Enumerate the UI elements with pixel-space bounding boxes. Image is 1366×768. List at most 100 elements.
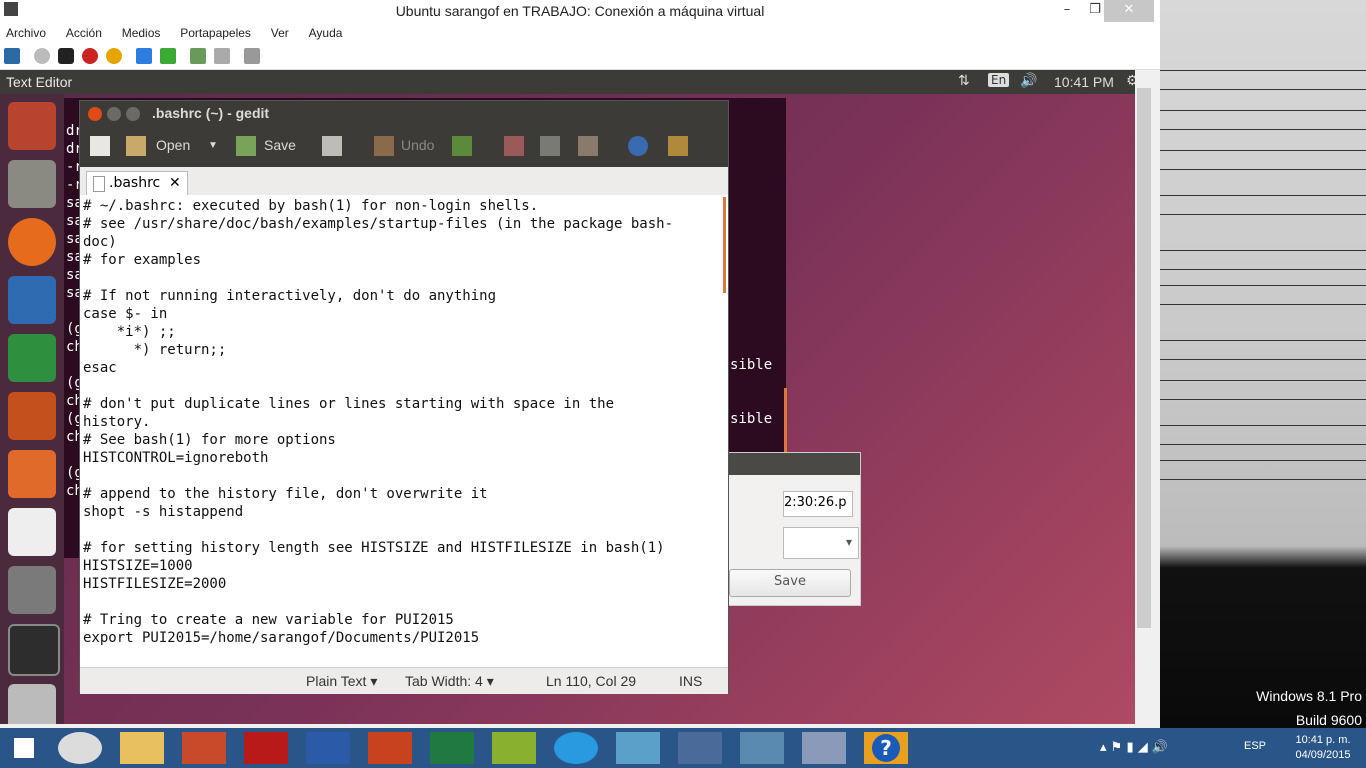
code-line: # for setting history length see HISTSIZ… xyxy=(83,540,665,556)
menu-archivo[interactable]: Archivo xyxy=(6,26,46,40)
language-indicator[interactable]: ESP xyxy=(1244,740,1266,752)
code-line: *i*) ;; xyxy=(83,324,176,340)
explorer-icon[interactable] xyxy=(120,732,164,764)
keyboard-indicator[interactable]: En xyxy=(988,73,1010,87)
qgis-icon[interactable] xyxy=(492,732,536,764)
ubuntu-top-panel: Text Editor ⇅ En 🔊 10:41 PM ⚙ xyxy=(0,70,1145,94)
code-line: doc) xyxy=(83,234,117,250)
files-icon[interactable] xyxy=(8,160,56,208)
settings-dialog: 2:30:26.p ▾ Save xyxy=(728,452,861,606)
help-icon[interactable]: ? xyxy=(864,732,908,764)
save-icon[interactable] xyxy=(236,136,256,156)
gedit-close-button[interactable] xyxy=(88,107,102,121)
system-clock[interactable]: 10:41 p. m. 04/09/2015 xyxy=(1280,733,1366,763)
code-line: # see /usr/share/doc/bash/examples/start… xyxy=(83,216,674,232)
menu-portapapeles[interactable]: Portapapeles xyxy=(180,26,251,40)
new-document-icon[interactable] xyxy=(90,136,110,156)
copy-icon[interactable] xyxy=(540,136,560,156)
print-icon[interactable] xyxy=(322,136,342,156)
network-map-icon[interactable] xyxy=(616,732,660,764)
open-dropdown-icon[interactable]: ▼ xyxy=(208,140,218,151)
menu-ayuda[interactable]: Ayuda xyxy=(309,26,343,40)
amazon-icon[interactable] xyxy=(8,508,56,556)
undo-icon[interactable] xyxy=(374,136,394,156)
editor-scrollbar[interactable] xyxy=(723,197,726,293)
menu-ver[interactable]: Ver xyxy=(271,26,289,40)
dialog-dropdown[interactable]: ▾ xyxy=(783,527,859,559)
gedit-minimize-button[interactable] xyxy=(107,107,121,121)
dialog-time-field[interactable]: 2:30:26.p xyxy=(783,491,853,517)
open-icon[interactable] xyxy=(126,136,146,156)
scroll-thumb[interactable] xyxy=(1137,88,1151,628)
code-line: # don't put duplicate lines or lines sta… xyxy=(83,396,615,412)
chrome-icon[interactable] xyxy=(58,732,102,764)
search-icon[interactable] xyxy=(628,136,648,156)
firefox-icon[interactable] xyxy=(8,218,56,266)
shutdown-icon[interactable] xyxy=(82,48,98,64)
checkpoint-icon[interactable] xyxy=(190,48,206,64)
skype-icon[interactable] xyxy=(554,732,598,764)
help-question-icon: ? xyxy=(872,734,900,762)
tab-width-selector[interactable]: Tab Width: 4 ▾ xyxy=(405,673,494,690)
tab-bashrc[interactable]: .bashrc ✕ xyxy=(86,171,188,196)
enhanced-session-icon[interactable] xyxy=(244,48,260,64)
save-button[interactable]: Save xyxy=(264,137,296,153)
paste-icon[interactable] xyxy=(578,136,598,156)
menu-accion[interactable]: Acción xyxy=(66,26,102,40)
clock-date: 04/09/2015 xyxy=(1295,749,1351,761)
close-button[interactable]: ✕ xyxy=(1104,0,1154,22)
impress-icon[interactable] xyxy=(8,392,56,440)
gedit-maximize-button[interactable] xyxy=(126,107,140,121)
tray-icons[interactable]: ▴ ⚑ ▮ ◢ 🔊 xyxy=(1100,740,1168,755)
clock-time: 10:41 p. m. xyxy=(1295,734,1351,746)
acrobat-icon[interactable] xyxy=(244,732,288,764)
photos-icon[interactable] xyxy=(740,732,784,764)
ctrl-alt-del-icon[interactable] xyxy=(4,48,20,64)
dash-icon[interactable] xyxy=(8,102,56,150)
save-state-icon[interactable] xyxy=(106,48,122,64)
tab-close-icon[interactable]: ✕ xyxy=(169,175,181,191)
code-line: # If not running interactively, don't do… xyxy=(83,288,497,304)
revert-icon[interactable] xyxy=(214,48,230,64)
language-selector[interactable]: Plain Text ▾ xyxy=(306,673,377,690)
minimize-button[interactable]: – xyxy=(1052,0,1082,22)
code-line: # See bash(1) for more options xyxy=(83,432,336,448)
calc-icon[interactable] xyxy=(8,334,56,382)
resume-icon[interactable] xyxy=(160,48,176,64)
vm-vertical-scrollbar[interactable] xyxy=(1135,70,1160,724)
start-button[interactable] xyxy=(4,732,44,764)
menu-medios[interactable]: Medios xyxy=(122,26,161,40)
replace-icon[interactable] xyxy=(668,136,688,156)
excel-icon[interactable] xyxy=(430,732,474,764)
matlab-icon[interactable] xyxy=(182,732,226,764)
text-editor-area[interactable]: # ~/.bashrc: executed by bash(1) for non… xyxy=(80,195,728,667)
gedit-titlebar: .bashrc (~) - gedit xyxy=(80,101,728,127)
redo-icon[interactable] xyxy=(452,136,472,156)
turn-off-icon[interactable] xyxy=(58,48,74,64)
pause-icon[interactable] xyxy=(136,48,152,64)
software-center-icon[interactable] xyxy=(8,450,56,498)
terminal-icon[interactable] xyxy=(8,624,60,676)
code-line: *) return;; xyxy=(83,342,227,358)
dialog-header xyxy=(729,453,860,475)
word-icon[interactable] xyxy=(306,732,350,764)
remote-desktop-icon[interactable] xyxy=(678,732,722,764)
gedit-toolbar: Open ▼ Save Undo xyxy=(80,127,728,167)
terminal-line: sible xyxy=(730,357,773,373)
vm-menu-bar: Archivo Acción Medios Portapapeles Ver A… xyxy=(0,22,1160,44)
panel-clock[interactable]: 10:41 PM xyxy=(1054,74,1114,90)
cut-icon[interactable] xyxy=(504,136,524,156)
gedit-statusbar: Plain Text ▾ Tab Width: 4 ▾ Ln 110, Col … xyxy=(80,667,728,694)
open-button[interactable]: Open xyxy=(156,137,190,153)
undo-button[interactable]: Undo xyxy=(401,137,434,153)
windows-watermark: Windows 8.1 Pro Build 9600 xyxy=(1212,684,1362,732)
settings-icon[interactable] xyxy=(8,566,56,614)
paint-icon[interactable] xyxy=(802,732,846,764)
gedit-tab-bar: .bashrc ✕ xyxy=(80,167,728,196)
volume-icon[interactable]: 🔊 xyxy=(1020,73,1037,89)
writer-icon[interactable] xyxy=(8,276,56,324)
dialog-save-button[interactable]: Save xyxy=(729,569,851,597)
start-icon[interactable] xyxy=(34,48,50,64)
network-icon[interactable]: ⇅ xyxy=(958,73,970,89)
powerpoint-icon[interactable] xyxy=(368,732,412,764)
